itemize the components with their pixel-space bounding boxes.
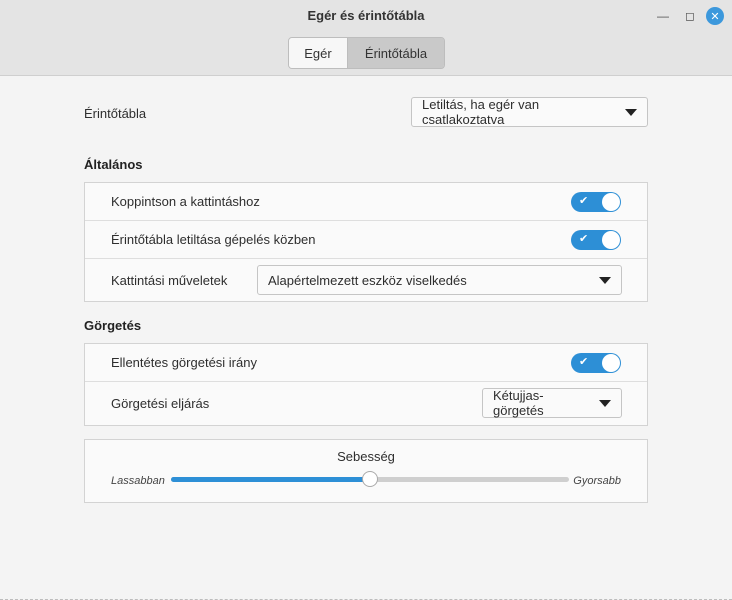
disable-while-typing-label: Érintőtábla letiltása gépelés közben [111,232,316,247]
caret-down-icon [599,276,611,284]
scroll-method-label: Görgetési eljárás [111,396,210,411]
speed-slider-fill [171,477,370,482]
natural-scroll-row: Ellentétes görgetési irány ✔ [85,344,647,382]
touchpad-mode-value: Letiltás, ha egér van csatlakoztatva [422,97,540,127]
disable-while-typing-row: Érintőtábla letiltása gépelés közben ✔ [85,221,647,259]
section-general-title: Általános [84,157,143,172]
click-actions-dropdown[interactable]: Alapértelmezett eszköz viselkedés [257,265,622,295]
maximize-icon[interactable]: ◻ [681,7,699,25]
tap-to-click-toggle[interactable]: ✔ [571,192,621,212]
tab-mouse[interactable]: Egér [289,38,347,68]
scroll-method-value: Kétujjas-görgetés [493,388,544,418]
caret-down-icon [599,399,611,407]
caret-down-icon [625,108,637,116]
check-icon: ✔ [579,233,589,245]
check-icon: ✔ [579,356,589,368]
section-scrolling-title: Görgetés [84,318,142,333]
scrolling-panel: Ellentétes görgetési irány ✔ Görgetési e… [84,343,648,426]
toggle-knob [602,354,620,372]
speed-slower-label: Lassabban [111,475,165,487]
natural-scroll-label: Ellentétes görgetési irány [111,355,257,370]
window-title: Egér és érintőtábla [307,8,425,23]
tab-touchpad[interactable]: Érintőtábla [347,38,444,68]
toggle-knob [602,193,620,211]
natural-scroll-toggle[interactable]: ✔ [571,353,621,373]
tap-to-click-label: Koppintson a kattintáshoz [111,194,260,209]
titlebar: Egér és érintőtábla — ◻ ✕ Egér Érintőtáb… [0,0,732,76]
check-icon: ✔ [579,195,589,207]
tab-bar: Egér Érintőtábla [288,37,445,69]
touchpad-label: Érintőtábla [84,106,147,121]
speed-faster-label: Gyorsabb [573,475,621,487]
toggle-knob [602,231,620,249]
minimize-icon[interactable]: — [654,7,672,25]
speed-panel: Sebesség Lassabban Gyorsabb [84,439,648,503]
click-actions-label: Kattintási műveletek [111,272,228,288]
click-actions-value: Alapértelmezett eszköz viselkedés [268,272,467,288]
general-panel: Koppintson a kattintáshoz ✔ Érintőtábla … [84,182,648,302]
tap-to-click-row: Koppintson a kattintáshoz ✔ [85,183,647,221]
speed-title: Sebesség [337,449,395,464]
touchpad-mode-dropdown[interactable]: Letiltás, ha egér van csatlakoztatva [411,97,648,127]
click-actions-row: Kattintási műveletek Alapértelmezett esz… [85,259,647,301]
scroll-method-row: Görgetési eljárás Kétujjas-görgetés [85,382,647,425]
speed-slider-handle[interactable] [362,471,378,487]
speed-slider[interactable] [171,471,569,487]
disable-while-typing-toggle[interactable]: ✔ [571,230,621,250]
settings-window: Egér és érintőtábla — ◻ ✕ Egér Érintőtáb… [0,0,732,600]
scroll-method-dropdown[interactable]: Kétujjas-görgetés [482,388,622,418]
close-icon[interactable]: ✕ [706,7,724,25]
